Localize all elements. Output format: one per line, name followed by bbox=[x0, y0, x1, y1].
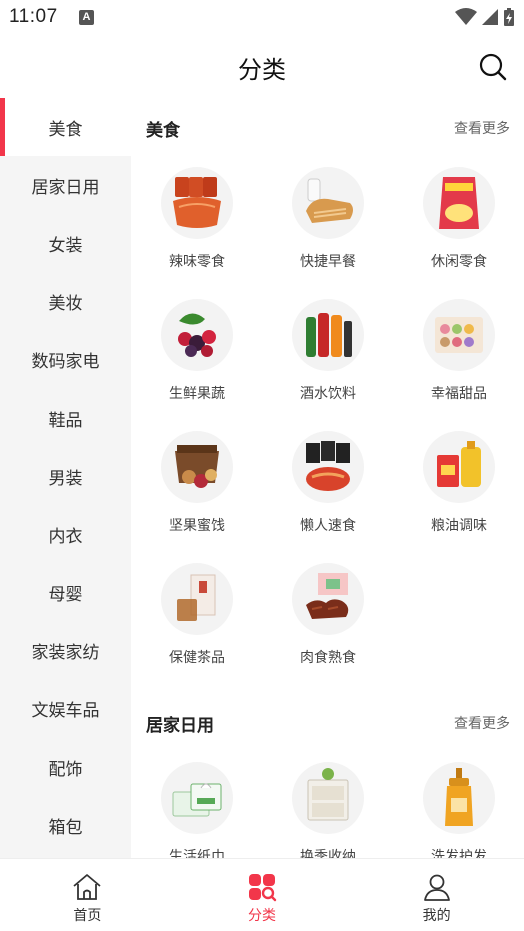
category-content: 美食 查看更多 辣味零食 快捷早餐 休闲零食 生鲜果蔬 酒水饮料 幸福甜品 坚果… bbox=[131, 98, 524, 858]
home-icon bbox=[73, 874, 101, 900]
category-tile-label: 快捷早餐 bbox=[300, 254, 356, 270]
sidebar-item-label: 文娱车品 bbox=[31, 701, 100, 722]
spicy-snack-image bbox=[161, 167, 233, 239]
sidebar-item-electronics[interactable]: 数码家电 bbox=[0, 331, 131, 389]
category-tile-label: 生鲜果蔬 bbox=[169, 386, 225, 402]
sidebar-item-label: 内衣 bbox=[48, 526, 83, 547]
status-bar: 11:07 A bbox=[0, 0, 524, 36]
sidebar-item-home-textile[interactable]: 家装家纺 bbox=[0, 622, 131, 680]
category-tile-label: 洗发护发 bbox=[431, 849, 487, 858]
category-tile-label: 休闲零食 bbox=[431, 254, 487, 270]
battery-icon bbox=[504, 8, 514, 26]
category-tile-label: 换季收纳 bbox=[300, 849, 356, 858]
nav-item-home[interactable]: 首页 bbox=[0, 859, 175, 931]
category-tile-drinks[interactable]: 酒水饮料 bbox=[268, 299, 388, 419]
sidebar-item-label: 女装 bbox=[48, 235, 83, 256]
category-tile-hair-care[interactable]: 洗发护发 bbox=[399, 762, 519, 858]
shampoo-bottle-image bbox=[423, 762, 495, 834]
sidebar-item-entertainment-car[interactable]: 文娱车品 bbox=[0, 680, 131, 738]
nav-label: 我的 bbox=[422, 908, 451, 924]
sidebar-item-bags[interactable]: 箱包 bbox=[0, 796, 131, 854]
category-tile-label: 酒水饮料 bbox=[300, 386, 356, 402]
page-title: 分类 bbox=[238, 56, 286, 84]
drink-bottles-image bbox=[292, 299, 364, 371]
tea-box-image bbox=[161, 563, 233, 635]
nav-item-category[interactable]: 分类 bbox=[175, 859, 350, 931]
category-tile-tissues[interactable]: 生活纸巾 bbox=[137, 762, 257, 858]
sidebar-item-label: 美妆 bbox=[48, 294, 83, 315]
rice-oil-image bbox=[423, 431, 495, 503]
category-tile-instant-food[interactable]: 懒人速食 bbox=[268, 431, 388, 551]
category-tile-spicy-snacks[interactable]: 辣味零食 bbox=[137, 167, 257, 287]
nut-giftbox-image bbox=[161, 431, 233, 503]
category-tile-quick-breakfast[interactable]: 快捷早餐 bbox=[268, 167, 388, 287]
wifi-icon bbox=[455, 8, 477, 25]
section-header-household: 居家日用 查看更多 bbox=[131, 711, 524, 741]
sidebar-item-label: 家装家纺 bbox=[31, 643, 100, 664]
search-icon bbox=[479, 53, 507, 81]
category-tile-label: 肉食熟食 bbox=[300, 650, 356, 666]
sidebar-item-label: 居家日用 bbox=[31, 177, 100, 198]
signal-icon bbox=[482, 9, 498, 25]
category-sidebar: 美食 居家日用 女装 美妆 数码家电 鞋品 男装 内衣 母婴 家装家纺 文娱车品… bbox=[0, 98, 131, 858]
sidebar-item-label: 数码家电 bbox=[31, 352, 100, 373]
sidebar-item-womens-wear[interactable]: 女装 bbox=[0, 214, 131, 272]
bottom-nav: 首页 分类 我的 bbox=[0, 858, 524, 931]
braised-meat-image bbox=[292, 563, 364, 635]
sidebar-item-label: 配饰 bbox=[48, 759, 83, 780]
category-tile-casual-snacks[interactable]: 休闲零食 bbox=[399, 167, 519, 287]
sidebar-item-underwear[interactable]: 内衣 bbox=[0, 505, 131, 563]
sidebar-item-household[interactable]: 居家日用 bbox=[0, 156, 131, 214]
view-more-link[interactable]: 查看更多 bbox=[454, 118, 510, 138]
status-icons bbox=[455, 7, 515, 27]
sidebar-item-beauty[interactable]: 美妆 bbox=[0, 273, 131, 331]
chips-bag-image bbox=[423, 167, 495, 239]
sidebar-item-baby[interactable]: 母婴 bbox=[0, 564, 131, 622]
nav-label: 首页 bbox=[73, 908, 102, 924]
sidebar-item-accessories[interactable]: 配饰 bbox=[0, 738, 131, 796]
category-tile-grain-oil[interactable]: 粮油调味 bbox=[399, 431, 519, 551]
category-tile-health-tea[interactable]: 保健茶品 bbox=[137, 563, 257, 683]
category-tile-label: 粮油调味 bbox=[431, 518, 487, 534]
category-tile-label: 保健茶品 bbox=[169, 650, 225, 666]
nav-label: 分类 bbox=[248, 908, 276, 924]
sidebar-item-label: 美食 bbox=[48, 119, 83, 140]
section-header-food: 美食 查看更多 bbox=[131, 116, 524, 146]
sidebar-item-shoes[interactable]: 鞋品 bbox=[0, 389, 131, 447]
category-tile-label: 坚果蜜饯 bbox=[169, 518, 225, 534]
macaron-box-image bbox=[423, 299, 495, 371]
category-tile-label: 辣味零食 bbox=[169, 254, 225, 270]
notification-icon: A bbox=[79, 10, 94, 25]
top-header: 分类 bbox=[0, 36, 524, 98]
section-title: 美食 bbox=[146, 121, 180, 141]
category-tile-cooked-meat[interactable]: 肉食熟食 bbox=[268, 563, 388, 683]
section-title: 居家日用 bbox=[146, 716, 214, 736]
search-button[interactable] bbox=[478, 52, 508, 82]
sidebar-item-label: 鞋品 bbox=[48, 410, 83, 431]
category-icon bbox=[249, 874, 277, 902]
category-tile-label: 懒人速食 bbox=[300, 518, 356, 534]
category-tile-fresh-produce[interactable]: 生鲜果蔬 bbox=[137, 299, 257, 419]
storage-drawer-image bbox=[292, 762, 364, 834]
user-icon bbox=[423, 874, 450, 901]
instant-noodle-image bbox=[292, 431, 364, 503]
sidebar-item-label: 箱包 bbox=[48, 817, 83, 838]
view-more-link[interactable]: 查看更多 bbox=[454, 713, 510, 733]
sidebar-item-label: 母婴 bbox=[48, 585, 83, 606]
category-tile-nuts[interactable]: 坚果蜜饯 bbox=[137, 431, 257, 551]
tissue-pack-image bbox=[161, 762, 233, 834]
sidebar-item-mens-wear[interactable]: 男装 bbox=[0, 447, 131, 505]
status-time: 11:07 bbox=[9, 6, 58, 27]
sidebar-item-food[interactable]: 美食 bbox=[0, 98, 131, 157]
category-tile-label: 生活纸巾 bbox=[169, 849, 225, 858]
category-tile-storage[interactable]: 换季收纳 bbox=[268, 762, 388, 858]
bread-milk-image bbox=[292, 167, 364, 239]
sidebar-item-label: 男装 bbox=[48, 468, 83, 489]
nav-item-profile[interactable]: 我的 bbox=[349, 859, 524, 931]
berries-image bbox=[161, 299, 233, 371]
category-tile-desserts[interactable]: 幸福甜品 bbox=[399, 299, 519, 419]
category-tile-label: 幸福甜品 bbox=[431, 386, 487, 402]
